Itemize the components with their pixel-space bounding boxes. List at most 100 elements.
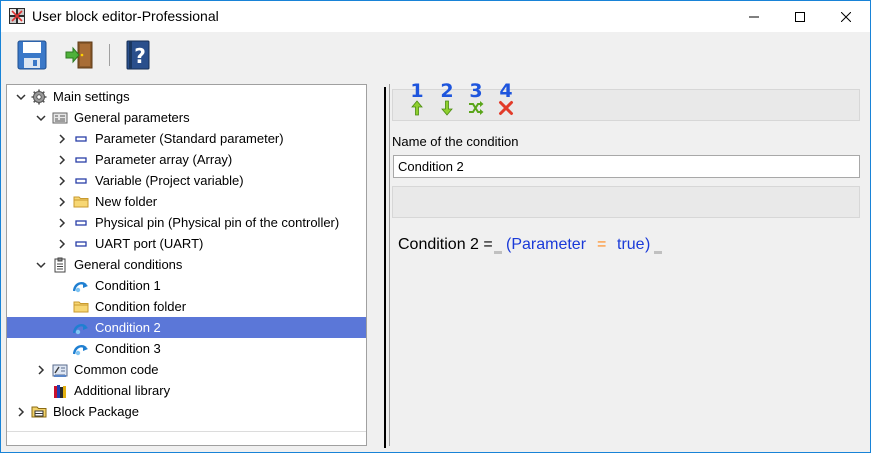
condition-name-input[interactable] [393, 155, 860, 178]
expression-operator[interactable]: = [597, 236, 606, 254]
tree-item-condition-folder[interactable]: Condition folder [7, 296, 366, 317]
tree-item-parameter[interactable]: Parameter (Standard parameter) [7, 128, 366, 149]
tree-item-uart-port[interactable]: UART port (UART) [7, 233, 366, 254]
chevron-right-icon[interactable] [57, 197, 67, 207]
toolbar: ? [1, 32, 870, 76]
parameters-icon [52, 112, 68, 124]
tree-item-main-settings[interactable]: Main settings [7, 86, 366, 107]
condition-icon [73, 324, 88, 335]
condition-name-label: Name of the condition [392, 134, 519, 149]
tree-item-label: Condition 3 [95, 341, 161, 356]
save-icon[interactable] [16, 39, 48, 71]
tree-item-common-code[interactable]: Common code [7, 359, 366, 380]
condition-icon [73, 345, 88, 356]
tree-item-additional-library[interactable]: Additional library [7, 380, 366, 401]
delete-icon [499, 101, 513, 115]
maximize-icon [795, 11, 805, 22]
expression-value[interactable]: true [617, 236, 645, 254]
exit-door-icon[interactable] [64, 39, 96, 71]
app-icon [9, 8, 25, 24]
tree-item-label: Parameter (Standard parameter) [95, 131, 284, 146]
shuffle-icon [469, 101, 484, 115]
tree-item-label: Common code [74, 362, 159, 377]
tree-item-label: Condition 2 [95, 320, 161, 335]
tree-item-label: General parameters [74, 110, 190, 125]
parameter-icon [75, 220, 87, 226]
parameter-icon [75, 136, 87, 142]
chevron-down-icon[interactable] [36, 260, 46, 270]
window-title: User block editor-Professional [32, 8, 219, 24]
chevron-right-icon[interactable] [57, 218, 67, 228]
expression-prefix: Condition 2 = [398, 236, 493, 253]
label-number: 2 [440, 80, 454, 102]
label-number: 3 [469, 80, 483, 102]
maximize-button[interactable] [777, 1, 823, 32]
arrow-down-icon [441, 100, 453, 116]
label-number: 1 [410, 80, 424, 102]
shuffle-button[interactable]: 3 [468, 80, 484, 116]
tree-item-label: Condition folder [95, 299, 187, 314]
parameter-icon [75, 178, 87, 184]
tree-item-label: Variable (Project variable) [95, 173, 244, 188]
action-bar: 1 2 3 4 [392, 80, 860, 121]
tree-item-label: New folder [95, 194, 158, 209]
main-window: User block editor-Professional ? Main se… [0, 0, 871, 453]
tree-item-label: Main settings [53, 89, 130, 104]
tree-item-variable[interactable]: Variable (Project variable) [7, 170, 366, 191]
close-button[interactable] [823, 1, 869, 32]
folder-icon [73, 301, 89, 313]
tree-item-label: UART port (UART) [95, 236, 204, 251]
folder-icon [73, 196, 89, 208]
chevron-right-icon[interactable] [57, 176, 67, 186]
expression-placeholder[interactable] [654, 251, 662, 254]
tree-item-parameter-array[interactable]: Parameter array (Array) [7, 149, 366, 170]
chevron-right-icon[interactable] [36, 365, 46, 375]
tree-item-block-package[interactable]: Block Package [7, 401, 366, 422]
tree-item-label: Additional library [74, 383, 171, 398]
package-folder-icon [31, 406, 47, 418]
panel-splitter[interactable] [384, 87, 386, 448]
chevron-down-icon[interactable] [16, 92, 26, 102]
tree-item-condition-2[interactable]: Condition 2 [7, 317, 366, 338]
tree-item-condition-1[interactable]: Condition 1 [7, 275, 366, 296]
expression-close-paren: ) [645, 236, 651, 253]
gear-icon [31, 89, 47, 105]
condition-info-bar [392, 186, 860, 218]
parameter-icon [75, 157, 87, 163]
help-book-icon[interactable]: ? [122, 39, 154, 71]
tree-item-general-parameters[interactable]: General parameters [7, 107, 366, 128]
title-bar: User block editor-Professional [1, 1, 870, 32]
code-editor-icon [52, 364, 68, 377]
tree-item-physical-pin[interactable]: Physical pin (Physical pin of the contro… [7, 212, 366, 233]
tree-item-label: Condition 1 [95, 278, 161, 293]
condition-editor-panel: 1 2 3 4 Name of the condition Condition … [390, 80, 868, 446]
move-up-button[interactable]: 1 [409, 80, 425, 116]
minimize-icon [749, 16, 759, 17]
chevron-right-icon[interactable] [16, 407, 26, 417]
close-icon [841, 11, 851, 22]
tree-item-label: Physical pin (Physical pin of the contro… [95, 215, 340, 230]
library-books-icon [54, 385, 66, 398]
toolbar-separator [109, 44, 110, 66]
tree-item-new-folder[interactable]: New folder [7, 191, 366, 212]
tree-horizontal-scrollbar[interactable] [7, 431, 366, 445]
chevron-right-icon[interactable] [57, 155, 67, 165]
expression-operand[interactable]: (Parameter [506, 236, 586, 254]
delete-button[interactable]: 4 [498, 80, 514, 116]
clipboard-icon [54, 257, 66, 273]
label-number: 4 [499, 80, 513, 102]
move-down-button[interactable]: 2 [439, 80, 455, 116]
chevron-right-icon[interactable] [57, 134, 67, 144]
tree-item-general-conditions[interactable]: General conditions [7, 254, 366, 275]
tree-item-label: Block Package [53, 404, 139, 419]
chevron-down-icon[interactable] [36, 113, 46, 123]
svg-text:?: ? [134, 44, 146, 68]
arrow-up-icon [411, 100, 423, 116]
expression-placeholder[interactable] [494, 251, 502, 254]
tree-item-label: Parameter array (Array) [95, 152, 233, 167]
tree-item-label: General conditions [74, 257, 183, 272]
minimize-button[interactable] [731, 1, 777, 32]
parameter-icon [75, 241, 87, 247]
chevron-right-icon[interactable] [57, 239, 67, 249]
tree-item-condition-3[interactable]: Condition 3 [7, 338, 366, 359]
